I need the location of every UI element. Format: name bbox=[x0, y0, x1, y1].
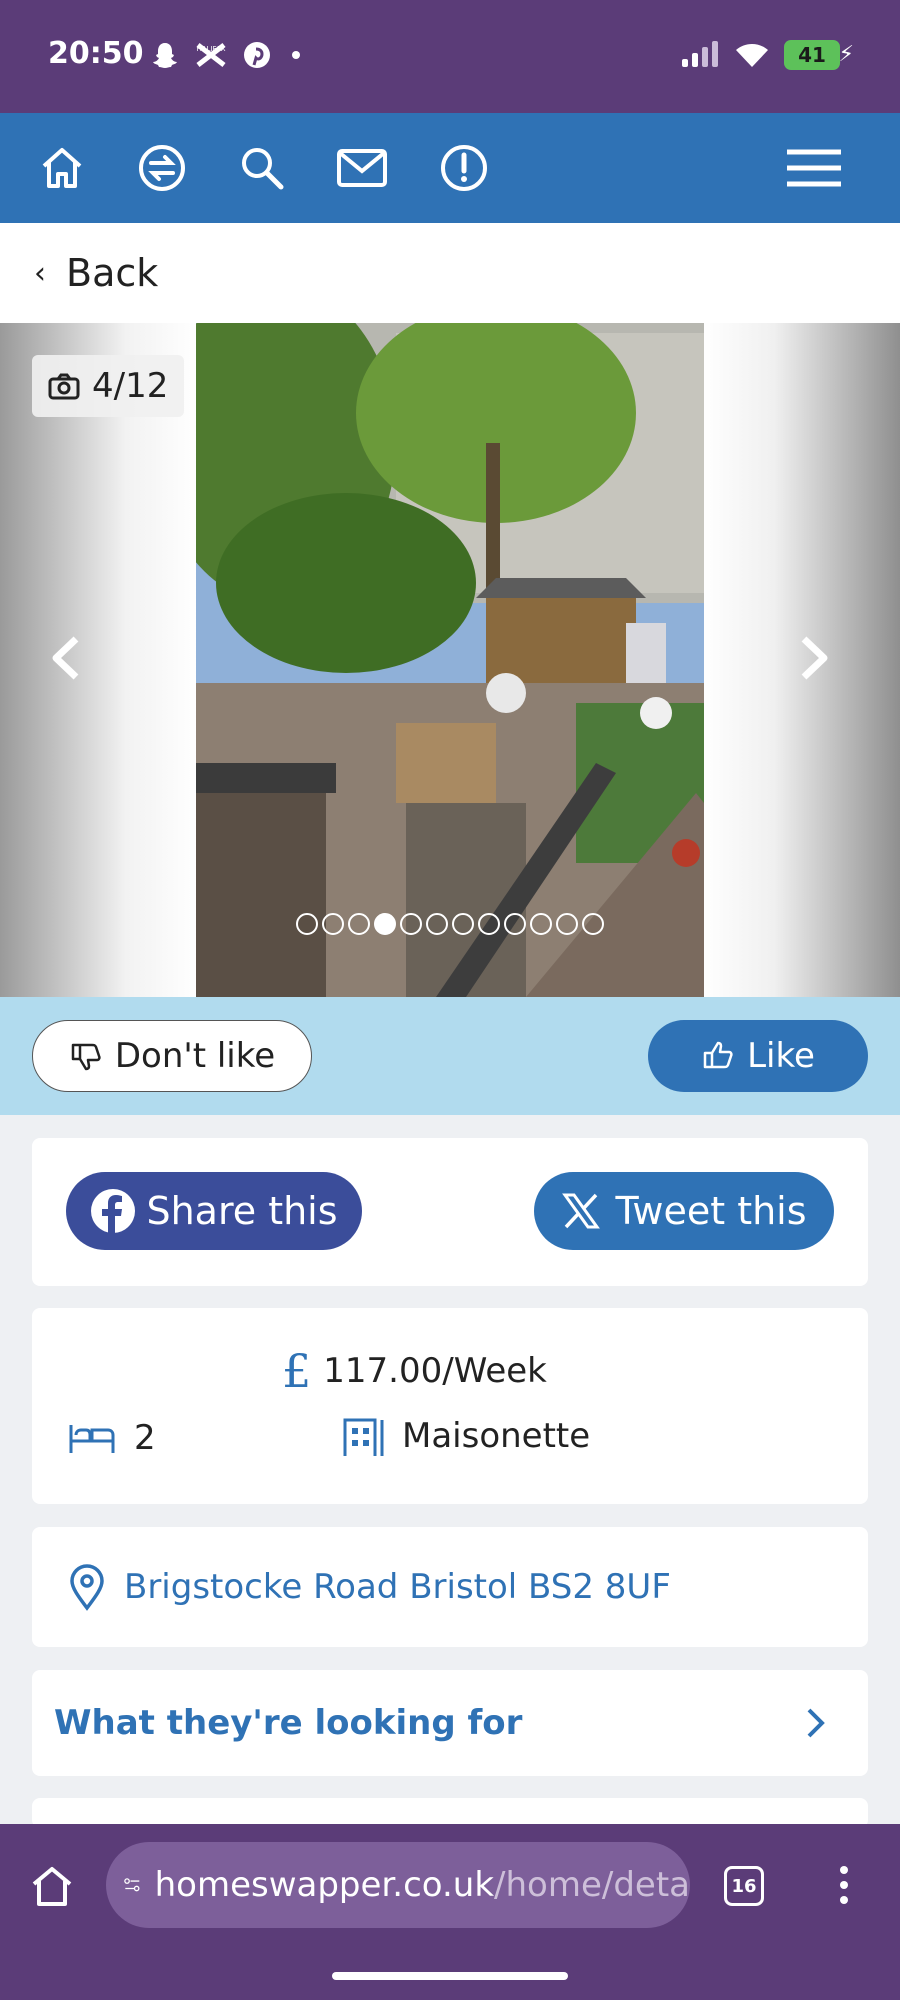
thumbs-down-icon bbox=[71, 1043, 101, 1071]
facebook-share-button[interactable]: Share this bbox=[66, 1172, 362, 1250]
dot-icon bbox=[292, 51, 300, 59]
pagination-dot[interactable] bbox=[478, 913, 500, 935]
snapchat-icon bbox=[153, 43, 177, 68]
system-indicators: 41 ⚡ bbox=[680, 40, 854, 70]
twitter-share-button[interactable]: Tweet this bbox=[534, 1172, 834, 1250]
property-info-card: £ 117.00/Week 2 Maisonette bbox=[32, 1308, 868, 1504]
mail-icon[interactable] bbox=[334, 140, 390, 196]
property-photo bbox=[196, 323, 704, 997]
notification-icons: HALIFAX bbox=[150, 40, 306, 70]
pagination-dot[interactable] bbox=[426, 913, 448, 935]
swap-icon[interactable] bbox=[134, 140, 190, 196]
pagination-dot[interactable] bbox=[452, 913, 474, 935]
x-icon bbox=[562, 1193, 601, 1229]
twitter-share-label: Tweet this bbox=[615, 1189, 807, 1233]
chevron-right-icon bbox=[807, 1708, 825, 1738]
back-link[interactable]: ‹ Back bbox=[0, 223, 900, 323]
battery-indicator: 41 ⚡ bbox=[784, 40, 854, 70]
menu-icon[interactable] bbox=[784, 140, 844, 196]
photo-pagination bbox=[0, 913, 900, 935]
chevron-left-icon: ‹ bbox=[34, 255, 46, 291]
like-button[interactable]: Like bbox=[648, 1020, 868, 1092]
search-icon[interactable] bbox=[234, 140, 290, 196]
pinterest-icon bbox=[244, 42, 270, 68]
prev-photo-button[interactable] bbox=[36, 623, 96, 693]
photo-gallery[interactable]: 4/12 bbox=[0, 323, 900, 997]
url-text: homeswapper.co.uk/home/deta bbox=[155, 1865, 690, 1905]
pound-icon: £ bbox=[282, 1344, 312, 1398]
chevron-left-icon bbox=[52, 636, 79, 680]
map-pin-icon bbox=[70, 1564, 104, 1611]
property-type: Maisonette bbox=[342, 1414, 590, 1458]
property-type-value: Maisonette bbox=[402, 1416, 591, 1456]
alert-icon[interactable] bbox=[436, 140, 492, 196]
bedrooms: 2 bbox=[68, 1418, 156, 1458]
status-bar: 20:50 HALIFAX 41 ⚡ bbox=[0, 0, 900, 113]
tab-switcher-button[interactable]: 16 bbox=[724, 1866, 764, 1906]
pagination-dot[interactable] bbox=[400, 913, 422, 935]
more-menu-icon[interactable] bbox=[840, 1866, 848, 1904]
tab-count: 16 bbox=[731, 1875, 757, 1897]
rent-price: £ 117.00/Week bbox=[282, 1344, 547, 1398]
reaction-bar: Don't like Like bbox=[0, 997, 900, 1115]
facebook-share-label: Share this bbox=[146, 1189, 338, 1233]
pagination-dot[interactable] bbox=[322, 913, 344, 935]
next-photo-button[interactable] bbox=[784, 623, 844, 693]
pagination-dot[interactable] bbox=[348, 913, 370, 935]
address-text: Brigstocke Road Bristol BS2 8UF bbox=[124, 1567, 671, 1607]
address-link[interactable]: Brigstocke Road Bristol BS2 8UF bbox=[68, 1563, 671, 1611]
looking-for-section[interactable]: What they're looking for bbox=[32, 1670, 868, 1776]
gesture-bar bbox=[332, 1972, 568, 1980]
bed-icon bbox=[69, 1425, 115, 1453]
pagination-dot[interactable] bbox=[530, 913, 552, 935]
facebook-icon bbox=[91, 1189, 136, 1234]
top-nav bbox=[0, 113, 900, 223]
charging-icon: ⚡ bbox=[838, 42, 854, 67]
pagination-dot[interactable] bbox=[296, 913, 318, 935]
like-label: Like bbox=[747, 1036, 815, 1076]
status-time: 20:50 bbox=[48, 36, 144, 71]
back-label: Back bbox=[66, 251, 159, 295]
address-bar[interactable]: homeswapper.co.uk/home/deta bbox=[106, 1842, 690, 1928]
url-host: homeswapper.co.uk bbox=[154, 1865, 495, 1905]
rent-price-value: 117.00/Week bbox=[323, 1351, 547, 1391]
bedrooms-count: 2 bbox=[134, 1418, 156, 1458]
wifi-icon bbox=[736, 44, 768, 67]
halifax-icon: HALIFAX bbox=[196, 43, 226, 67]
looking-for-label: What they're looking for bbox=[54, 1703, 523, 1743]
photo-counter: 4/12 bbox=[32, 355, 185, 417]
pagination-dot[interactable] bbox=[582, 913, 604, 935]
browser-home-icon[interactable] bbox=[30, 1864, 74, 1912]
url-path: /home/deta bbox=[494, 1865, 690, 1905]
camera-icon bbox=[48, 373, 80, 400]
thumbs-up-icon bbox=[703, 1041, 733, 1069]
dont-like-button[interactable]: Don't like bbox=[32, 1020, 312, 1092]
share-card: Share this Tweet this bbox=[32, 1138, 868, 1286]
pagination-dot[interactable] bbox=[504, 913, 526, 935]
pagination-dot-active[interactable] bbox=[374, 913, 396, 935]
svg-text:HALIFAX: HALIFAX bbox=[197, 45, 226, 53]
site-settings-icon bbox=[124, 1878, 140, 1892]
home-icon[interactable] bbox=[34, 140, 90, 196]
signal-icon bbox=[682, 41, 718, 67]
building-icon bbox=[343, 1418, 384, 1456]
chevron-right-icon bbox=[801, 636, 828, 680]
photo-counter-text: 4/12 bbox=[92, 366, 169, 406]
pagination-dot[interactable] bbox=[556, 913, 578, 935]
dont-like-label: Don't like bbox=[114, 1036, 276, 1076]
address-card: Brigstocke Road Bristol BS2 8UF bbox=[32, 1527, 868, 1647]
